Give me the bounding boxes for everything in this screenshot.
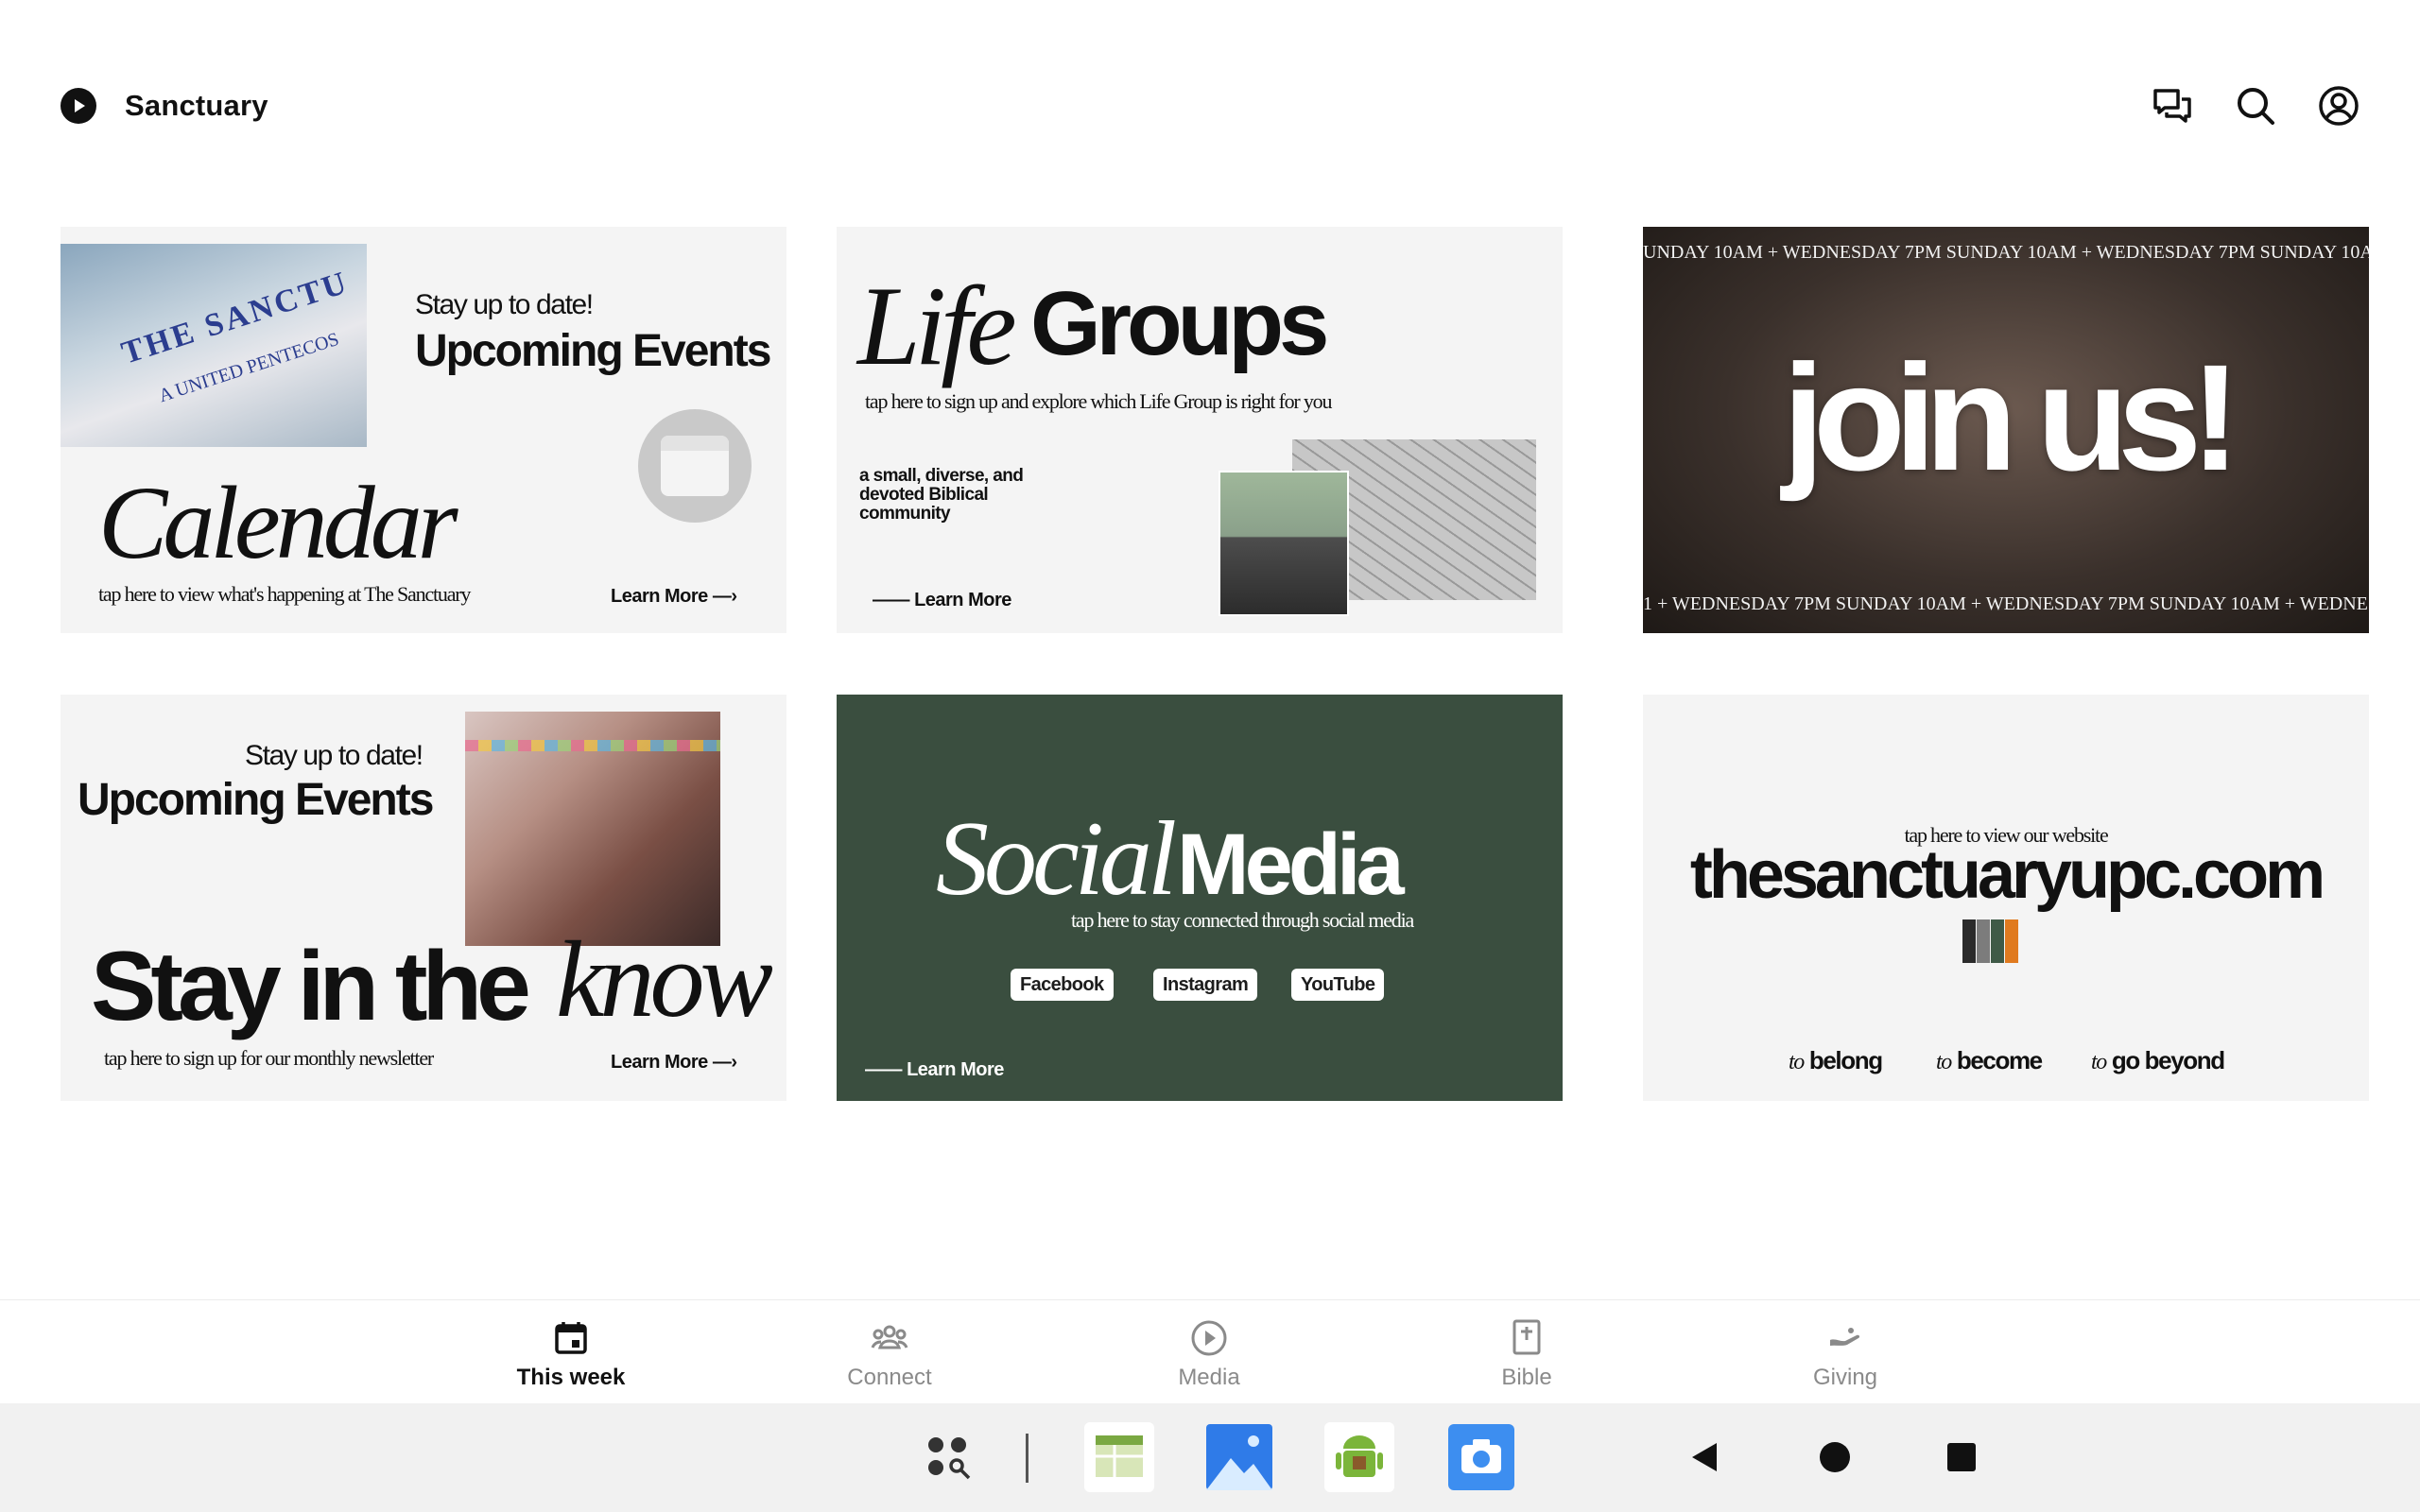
social-title: Social <box>936 800 1177 918</box>
group-photo <box>1219 471 1349 616</box>
taskbar-divider <box>1026 1434 1028 1483</box>
website-card[interactable]: tap here to view our website thesanctuar… <box>1643 695 2369 1101</box>
tagline-word: belong <box>1808 1046 1883 1074</box>
social-learn-more[interactable]: —— Learn More <box>865 1059 1004 1081</box>
play-circle-icon <box>1191 1320 1227 1356</box>
learn-more-label: Learn More <box>611 586 708 607</box>
color-swatch <box>2005 919 2018 963</box>
tab-label: Connect <box>847 1365 932 1390</box>
know-heading: know <box>556 919 773 1040</box>
tagline-belong: to belong <box>1789 1046 1883 1075</box>
search-icon[interactable] <box>2233 83 2278 129</box>
chat-icon[interactable] <box>2150 83 2195 129</box>
tab-connect[interactable]: Connect <box>795 1317 984 1391</box>
calendar-today-icon <box>555 1322 587 1354</box>
life-title: Life <box>857 263 1017 388</box>
stay-up-to-date-text: Stay up to date! <box>415 289 594 320</box>
tagline-word: become <box>1956 1046 2043 1074</box>
color-swatch <box>1977 919 1990 963</box>
life-groups-description: a small, diverse, and devoted Biblical c… <box>859 466 1024 524</box>
tab-label: This week <box>516 1365 626 1390</box>
people-icon <box>871 1325 908 1349</box>
bottom-navigation: This week Connect Media Bible Giving <box>0 1299 2420 1403</box>
app-screen: Sanctuary THE SANCTU A UNITED PENTECOS S… <box>0 0 2420 1512</box>
bible-icon <box>1512 1319 1541 1355</box>
spreadsheet-app-icon[interactable] <box>1084 1422 1154 1492</box>
android-app-icon[interactable] <box>1324 1422 1394 1492</box>
gallery-app-icon[interactable] <box>1204 1422 1274 1492</box>
tagline-to: to <box>1789 1050 1805 1074</box>
party-photo <box>465 712 720 946</box>
color-swatch <box>1991 919 2004 963</box>
tagline-become: to become <box>1936 1046 2043 1075</box>
join-us-card[interactable]: UNDAY 10AM + WEDNESDAY 7PM SUNDAY 10AM +… <box>1643 227 2369 633</box>
upcoming-events-heading: Upcoming Events <box>78 775 434 825</box>
tab-giving[interactable]: Giving <box>1751 1317 1940 1391</box>
service-times-bottom: 1 + WEDNESDAY 7PM SUNDAY 10AM + WEDNESDA… <box>1643 593 2368 614</box>
tab-this-week[interactable]: This week <box>476 1317 666 1391</box>
social-tap-text: tap here to stay connected through socia… <box>1071 908 1414 932</box>
join-us-headline: join us! <box>1782 333 2241 502</box>
facebook-button[interactable]: Facebook <box>1011 969 1114 1001</box>
app-title: Sanctuary <box>125 89 268 122</box>
stay-in-the-heading: Stay in the <box>91 932 531 1041</box>
social-media-card[interactable]: Social Media tap here to stay connected … <box>837 695 1563 1101</box>
sanctuary-logo-icon[interactable] <box>60 88 96 124</box>
app-header: Sanctuary <box>0 0 2420 212</box>
system-taskbar <box>0 1403 2420 1512</box>
life-groups-learn-more[interactable]: —— Learn More <box>873 590 1011 611</box>
app-search-icon[interactable] <box>923 1432 976 1485</box>
camera-app-icon[interactable] <box>1446 1422 1516 1492</box>
back-icon[interactable] <box>1688 1441 1720 1473</box>
calendar-title: Calendar <box>98 465 458 580</box>
newsletter-tap-text: tap here to sign up for our monthly news… <box>104 1046 434 1070</box>
tagline-word: go beyond <box>2111 1046 2225 1074</box>
instagram-button[interactable]: Instagram <box>1153 969 1258 1001</box>
calendar-icon <box>638 409 752 523</box>
tab-media[interactable]: Media <box>1115 1317 1304 1391</box>
website-url: thesanctuaryupc.com <box>1689 837 2325 913</box>
newsletter-learn-more[interactable]: Learn More <box>611 1052 737 1074</box>
account-icon[interactable] <box>2316 83 2361 129</box>
service-times-top: UNDAY 10AM + WEDNESDAY 7PM SUNDAY 10AM +… <box>1643 242 2369 263</box>
life-groups-tap-text: tap here to sign up and explore which Li… <box>865 389 1332 413</box>
learn-more-label: Learn More <box>914 590 1011 610</box>
learn-more-label: Learn More <box>611 1052 708 1073</box>
stay-up-to-date-text: Stay up to date! <box>245 740 424 771</box>
upcoming-events-heading: Upcoming Events <box>415 326 771 376</box>
tagline-to: to <box>2091 1050 2107 1074</box>
groups-title: Groups <box>1030 273 1329 374</box>
tagline-to: to <box>1936 1050 1952 1074</box>
media-title: Media <box>1177 816 1405 913</box>
color-swatch <box>1962 919 1976 963</box>
tab-label: Giving <box>1812 1365 1878 1390</box>
youtube-button[interactable]: YouTube <box>1291 969 1385 1001</box>
tab-bible[interactable]: Bible <box>1432 1317 1621 1391</box>
giving-hand-icon <box>1830 1328 1860 1346</box>
learn-more-label: Learn More <box>907 1059 1004 1080</box>
home-icon[interactable] <box>1819 1441 1851 1473</box>
recents-icon[interactable] <box>1947 1443 1976 1471</box>
church-sign-photo: THE SANCTU A UNITED PENTECOS <box>60 244 367 447</box>
calendar-card[interactable]: THE SANCTU A UNITED PENTECOS Stay up to … <box>60 227 786 633</box>
life-groups-card[interactable]: Life Groups tap here to sign up and expl… <box>837 227 1563 633</box>
calendar-learn-more[interactable]: Learn More <box>611 586 737 608</box>
calendar-tap-text: tap here to view what's happening at The… <box>98 582 471 606</box>
tab-label: Bible <box>1501 1365 1552 1390</box>
tab-label: Media <box>1178 1365 1240 1390</box>
tagline-go-beyond: to go beyond <box>2091 1046 2225 1075</box>
newsletter-card[interactable]: Stay up to date! Upcoming Events Stay in… <box>60 695 786 1101</box>
